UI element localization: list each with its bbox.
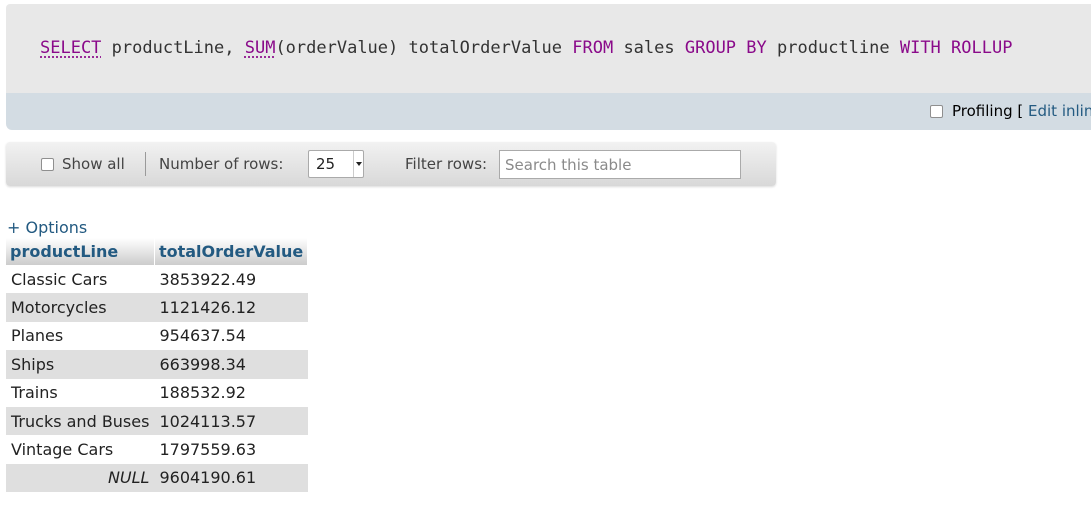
- productline-cell: Planes: [6, 321, 155, 351]
- sql-query-text: SELECT productLine, SUM(orderValue) tota…: [40, 38, 1012, 58]
- rows-count-select[interactable]: 25: [308, 150, 364, 178]
- results-table: productLine totalOrderValue Classic Cars…: [6, 238, 309, 493]
- options-toggle-link[interactable]: + Options: [7, 218, 87, 237]
- table-row: Planes 954637.54: [6, 321, 308, 351]
- table-row: Trains 188532.92: [6, 378, 308, 407]
- profiling-checkbox[interactable]: [930, 104, 943, 118]
- sql-text: (orderValue) totalOrderValue: [275, 38, 573, 58]
- totalordervalue-cell: 3853922.49: [154, 265, 308, 294]
- totalordervalue-cell: 954637.54: [154, 321, 308, 351]
- show-all-toggle[interactable]: Show all: [41, 155, 125, 173]
- profiling-controls: Profiling [ Edit inline: [930, 102, 1091, 120]
- column-header-productline[interactable]: productLine: [6, 238, 155, 265]
- sql-keyword-from: FROM: [572, 38, 614, 58]
- sql-text: productline: [766, 38, 900, 58]
- totalordervalue-cell: 1121426.12: [154, 293, 308, 322]
- rows-count-label: Number of rows:: [159, 155, 284, 173]
- show-all-checkbox[interactable]: [41, 157, 54, 171]
- table-row: Trucks and Buses 1024113.57: [6, 406, 308, 436]
- productline-cell: Trains: [6, 378, 155, 407]
- totalordervalue-cell: 9604190.61: [154, 463, 308, 493]
- sql-text: productLine,: [101, 38, 245, 58]
- column-header-totalordervalue[interactable]: totalOrderValue: [154, 238, 309, 265]
- sql-keyword-with: WITH: [899, 38, 941, 58]
- productline-null-cell: NULL: [6, 463, 155, 493]
- sql-text: sales: [613, 38, 685, 58]
- productline-cell: Ships: [6, 350, 155, 379]
- table-header-row: productLine totalOrderValue: [6, 238, 309, 265]
- sql-keyword-select[interactable]: SELECT: [40, 38, 101, 58]
- sql-keyword-group: GROUP: [684, 38, 737, 58]
- totalordervalue-cell: 1024113.57: [154, 406, 308, 436]
- query-results-page: SELECT productLine, SUM(orderValue) tota…: [0, 0, 1091, 530]
- productline-cell: Motorcycles: [6, 293, 155, 322]
- show-all-label: Show all: [62, 155, 125, 173]
- sql-query-box[interactable]: SELECT productLine, SUM(orderValue) tota…: [6, 4, 1091, 93]
- productline-cell: Trucks and Buses: [6, 406, 155, 436]
- table-row: Ships 663998.34: [6, 350, 308, 379]
- sql-keyword-by: BY: [746, 38, 767, 58]
- productline-cell: Vintage Cars: [6, 435, 155, 464]
- table-row: Vintage Cars 1797559.63: [6, 435, 308, 464]
- profiling-label: Profiling: [952, 102, 1013, 120]
- totalordervalue-cell: 663998.34: [154, 350, 308, 379]
- sql-keyword-rollup: ROLLUP: [951, 38, 1013, 58]
- filter-rows-input[interactable]: [499, 150, 741, 179]
- edit-inline-link[interactable]: Edit inline: [1028, 102, 1091, 120]
- totalordervalue-cell: 1797559.63: [154, 435, 308, 464]
- productline-cell: Classic Cars: [6, 265, 155, 294]
- totalordervalue-cell: 188532.92: [154, 378, 308, 407]
- table-row: Motorcycles 1121426.12: [6, 293, 308, 322]
- profiling-bracket: [: [1012, 102, 1028, 120]
- sql-function-sum[interactable]: SUM: [245, 38, 276, 58]
- table-row-rollup-total: NULL 9604190.61: [6, 463, 308, 493]
- chevron-down-icon: [353, 151, 363, 177]
- rows-count-value: 25: [316, 155, 336, 173]
- table-row: Classic Cars 3853922.49: [6, 265, 308, 294]
- table-navigation-bar: Show all Number of rows: 25 Filter rows:: [6, 142, 776, 186]
- profiling-bar: Profiling [ Edit inline: [6, 93, 1091, 130]
- nav-divider: [145, 152, 146, 176]
- filter-rows-label: Filter rows:: [405, 155, 488, 173]
